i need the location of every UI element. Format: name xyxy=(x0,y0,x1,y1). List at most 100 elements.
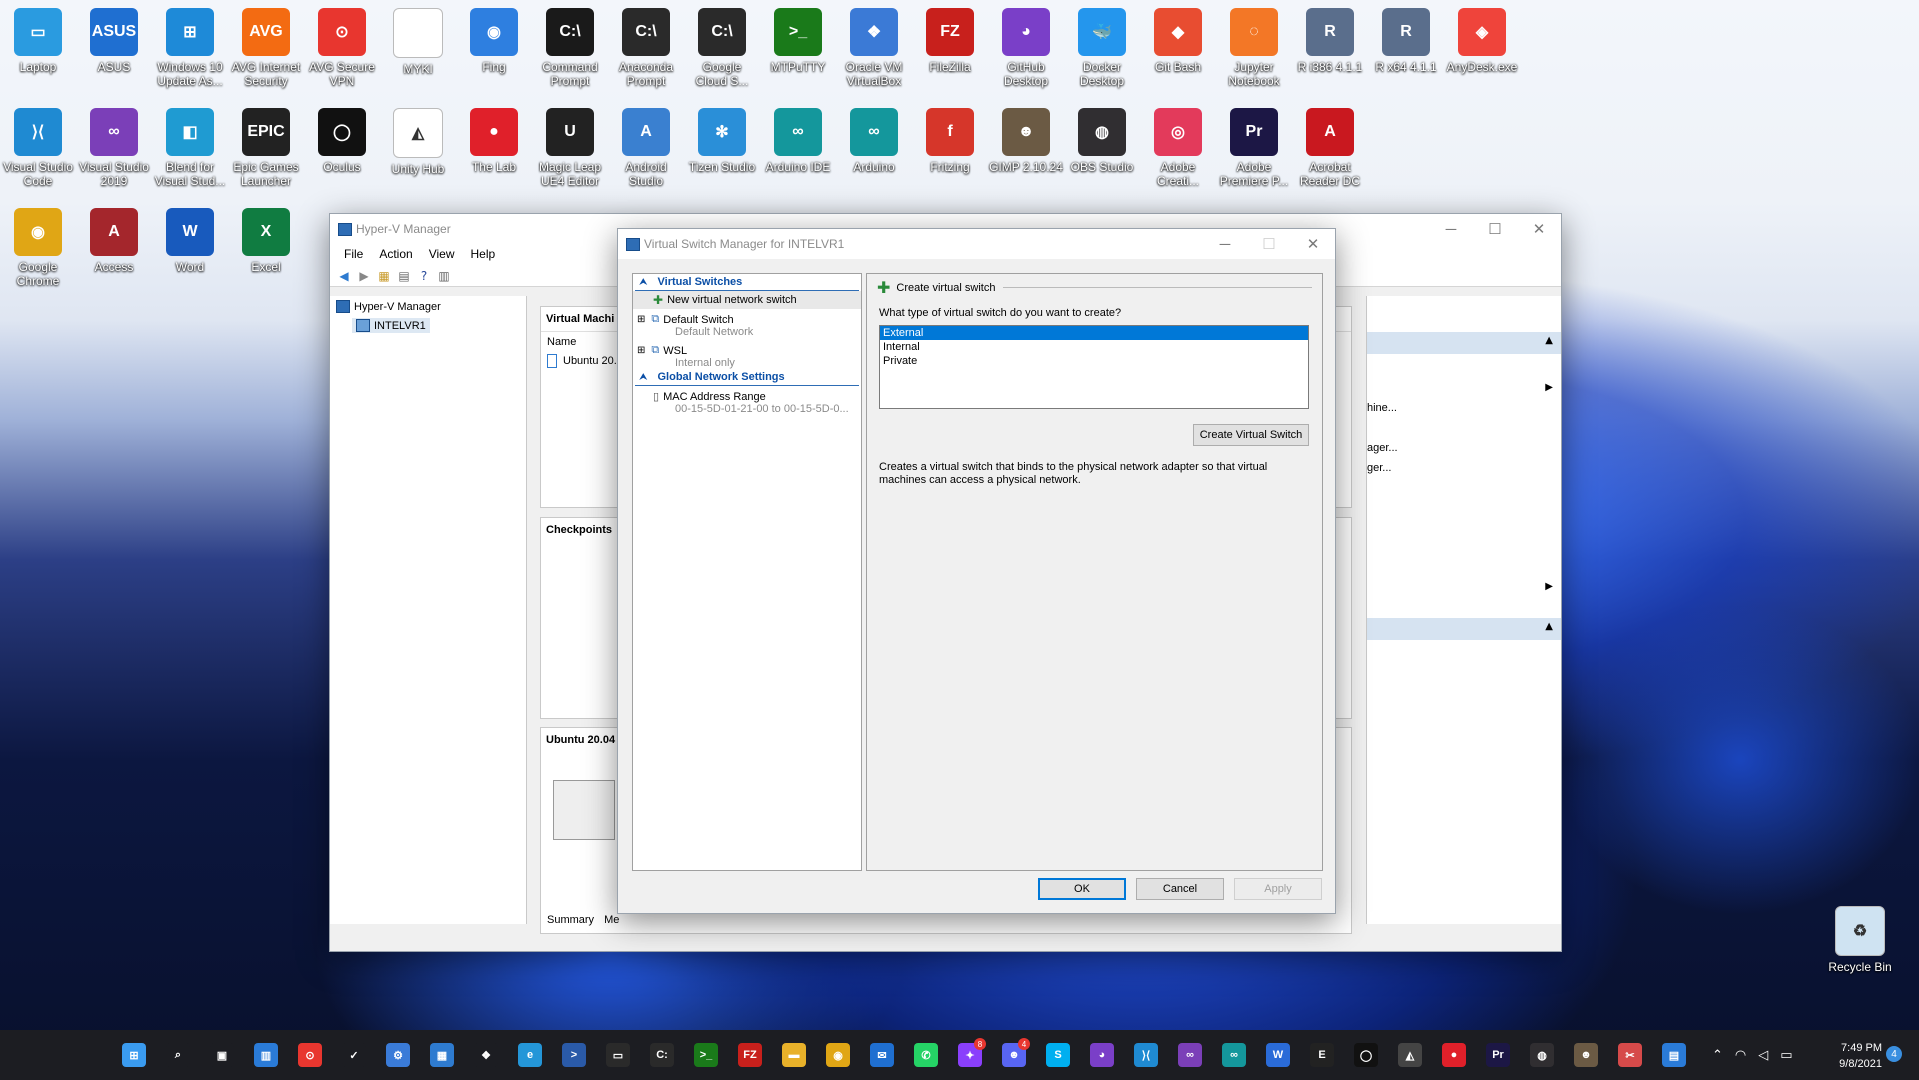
desktop-icon[interactable]: ☻ GIMP 2.10.24 xyxy=(988,108,1064,174)
submenu-arrow-icon[interactable]: ▶ xyxy=(1545,581,1553,592)
cancel-button[interactable]: Cancel xyxy=(1136,878,1224,900)
collapse-icon[interactable]: ▲ xyxy=(1545,621,1553,632)
edge-icon[interactable]: e xyxy=(518,1043,542,1067)
close-button[interactable]: ✕ xyxy=(1291,229,1335,259)
show-hidden-icons-chevron-icon[interactable]: ⌃ xyxy=(1712,1048,1723,1063)
desktop-icon[interactable]: ◭ Unity Hub xyxy=(380,108,456,176)
desktop-icon[interactable]: ⊙ AVG Secure VPN xyxy=(304,8,380,88)
desktop-icon[interactable]: ◯ Oculus xyxy=(304,108,380,174)
close-button[interactable]: ✕ xyxy=(1517,214,1561,244)
expand-icon[interactable]: ⊞ xyxy=(637,314,645,325)
collapse-icon[interactable]: ⮝ xyxy=(639,277,648,288)
collapse-icon[interactable]: ⮝ xyxy=(639,372,648,383)
desktop-icon[interactable]: EPIC Epic Games Launcher xyxy=(228,108,304,188)
submenu-arrow-icon[interactable]: ▶ xyxy=(1545,382,1553,393)
action-san-manager[interactable]: ger... xyxy=(1367,462,1391,474)
tab-memory[interactable]: Me xyxy=(604,914,619,926)
vscode-icon[interactable]: ⟩⟨ xyxy=(1134,1043,1158,1067)
desktop-icon[interactable]: C:\ Command Prompt xyxy=(532,8,608,88)
desktop-icon[interactable]: ❖ Oracle VM VirtualBox xyxy=(836,8,912,88)
avg-vpn-icon[interactable]: ⊙ xyxy=(298,1043,322,1067)
desktop-icon[interactable]: ∞ Visual Studio 2019 xyxy=(76,108,152,188)
premiere-icon[interactable]: Pr xyxy=(1486,1043,1510,1067)
arduino-icon[interactable]: ∞ xyxy=(1222,1043,1246,1067)
forward-arrow-icon[interactable]: ▶ xyxy=(356,268,372,284)
show-hide-tree-icon[interactable]: ▤ xyxy=(396,268,412,284)
tab-summary[interactable]: Summary xyxy=(547,914,594,926)
collapse-icon[interactable]: ▲ xyxy=(1545,335,1553,346)
menu-help[interactable]: Help xyxy=(463,244,504,266)
desktop-icon[interactable]: ◉ Google Chrome xyxy=(0,208,76,288)
desktop-icon[interactable]: ⊞ Windows 10 Update As... xyxy=(152,8,228,88)
unity-hub-icon[interactable]: ◭ xyxy=(1398,1043,1422,1067)
epic-games-icon[interactable]: E xyxy=(1310,1043,1334,1067)
settings-icon[interactable]: ⚙ xyxy=(386,1043,410,1067)
maximize-button[interactable]: ☐ xyxy=(1473,214,1517,244)
virtualbox-icon[interactable]: ❖ xyxy=(474,1043,498,1067)
switch-type-private[interactable]: Private xyxy=(880,354,1308,368)
desktop-icon[interactable]: ◈ AnyDesk.exe xyxy=(1444,8,1520,74)
desktop-icon[interactable]: ● The Lab xyxy=(456,108,532,174)
desktop-icon[interactable]: Pr Adobe Premiere P... xyxy=(1216,108,1292,188)
desktop-icon[interactable]: R R i386 4.1.1 xyxy=(1292,8,1368,74)
search-icon[interactable]: ⌕ xyxy=(166,1043,190,1067)
desktop-icon[interactable]: ◎ Adobe Creati... xyxy=(1140,108,1216,188)
desktop-icon[interactable]: ▭ Laptop xyxy=(0,8,76,74)
task-view-icon[interactable]: ▣ xyxy=(210,1043,234,1067)
outlook-icon[interactable]: ✉ xyxy=(870,1043,894,1067)
file-explorer-icon[interactable]: ▬ xyxy=(782,1043,806,1067)
create-virtual-switch-button[interactable]: Create Virtual Switch xyxy=(1193,424,1309,446)
desktop-icon[interactable]: ◍ OBS Studio xyxy=(1064,108,1140,174)
menu-view[interactable]: View xyxy=(421,244,463,266)
whatsapp-icon[interactable]: ✆ xyxy=(914,1043,938,1067)
gimp-icon[interactable]: ☻ xyxy=(1574,1043,1598,1067)
actions-vm-section-header[interactable]: ▲ xyxy=(1367,618,1561,640)
desktop-icon[interactable]: A Acrobat Reader DC xyxy=(1292,108,1368,188)
desktop-icon[interactable]: C:\ Google Cloud S... xyxy=(684,8,760,88)
skype-icon[interactable]: S xyxy=(1046,1043,1070,1067)
default-switch-item[interactable]: ⊞ ⧉ Default Switch xyxy=(633,309,861,326)
section-global-network-settings[interactable]: ⮝ Global Network Settings xyxy=(635,369,859,386)
chrome-icon[interactable]: ◉ xyxy=(826,1043,850,1067)
mac-address-range-item[interactable]: ▯ MAC Address Range xyxy=(633,386,861,404)
desktop-icon[interactable]: ASUS ASUS xyxy=(76,8,152,74)
powershell-icon[interactable]: > xyxy=(562,1043,586,1067)
hyperv-manager-icon[interactable]: ▦ xyxy=(430,1043,454,1067)
filezilla-icon[interactable]: FZ xyxy=(738,1043,762,1067)
snipping-tool-icon[interactable]: ✂ xyxy=(1618,1043,1642,1067)
vsm-titlebar[interactable]: Virtual Switch Manager for INTELVR1 ─ ☐ … xyxy=(618,229,1335,259)
minimize-button[interactable]: ─ xyxy=(1429,214,1473,244)
desktop-icon[interactable]: ∞ Arduino IDE xyxy=(760,108,836,174)
desktop-icon[interactable]: W Word xyxy=(152,208,228,274)
up-folder-icon[interactable]: ▦ xyxy=(376,268,392,284)
desktop-icon[interactable]: ◉ Fing xyxy=(456,8,532,74)
widgets-icon[interactable]: ▥ xyxy=(254,1043,278,1067)
new-virtual-switch-item[interactable]: ✚ New virtual network switch xyxy=(633,291,861,309)
clock[interactable]: 7:49 PM 9/8/2021 xyxy=(1822,1040,1882,1072)
switch-type-internal[interactable]: Internal xyxy=(880,340,1308,354)
desktop-icon[interactable]: FZ FileZilla xyxy=(912,8,988,74)
switch-type-listbox[interactable]: External Internal Private xyxy=(879,325,1309,409)
obs-icon[interactable]: ◍ xyxy=(1530,1043,1554,1067)
desktop-icon[interactable]: ◆ Git Bash xyxy=(1140,8,1216,74)
desktop-icon[interactable]: X Excel xyxy=(228,208,304,274)
volume-icon[interactable]: ◁ xyxy=(1758,1048,1768,1063)
github-desktop-icon[interactable]: ◕ xyxy=(1090,1043,1114,1067)
network-adapter-icon[interactable]: ▤ xyxy=(1662,1043,1686,1067)
desktop-icon[interactable]: ⟩⟨ Visual Studio Code xyxy=(0,108,76,188)
notification-badge[interactable]: 4 xyxy=(1886,1046,1902,1062)
tree-root[interactable]: Hyper-V Manager xyxy=(330,296,526,317)
desktop-icon[interactable]: R R x64 4.1.1 xyxy=(1368,8,1444,74)
desktop-icon[interactable]: >_ MTPuTTY xyxy=(760,8,836,74)
desktop-icon[interactable]: ◌ Jupyter Notebook xyxy=(1216,8,1292,88)
wifi-icon[interactable]: ◠ xyxy=(1735,1048,1746,1063)
desktop-icon[interactable]: A Access xyxy=(76,208,152,274)
the-lab-icon[interactable]: ● xyxy=(1442,1043,1466,1067)
vivaldi-icon[interactable]: ✓ xyxy=(342,1043,366,1067)
menu-action[interactable]: Action xyxy=(371,244,420,266)
back-arrow-icon[interactable]: ◀ xyxy=(336,268,352,284)
help-icon[interactable]: ? xyxy=(416,268,432,284)
desktop-icon[interactable]: ♻ Recycle Bin xyxy=(1822,906,1898,974)
desktop-icon[interactable]: A Android Studio xyxy=(608,108,684,188)
cmd-icon[interactable]: C: xyxy=(650,1043,674,1067)
